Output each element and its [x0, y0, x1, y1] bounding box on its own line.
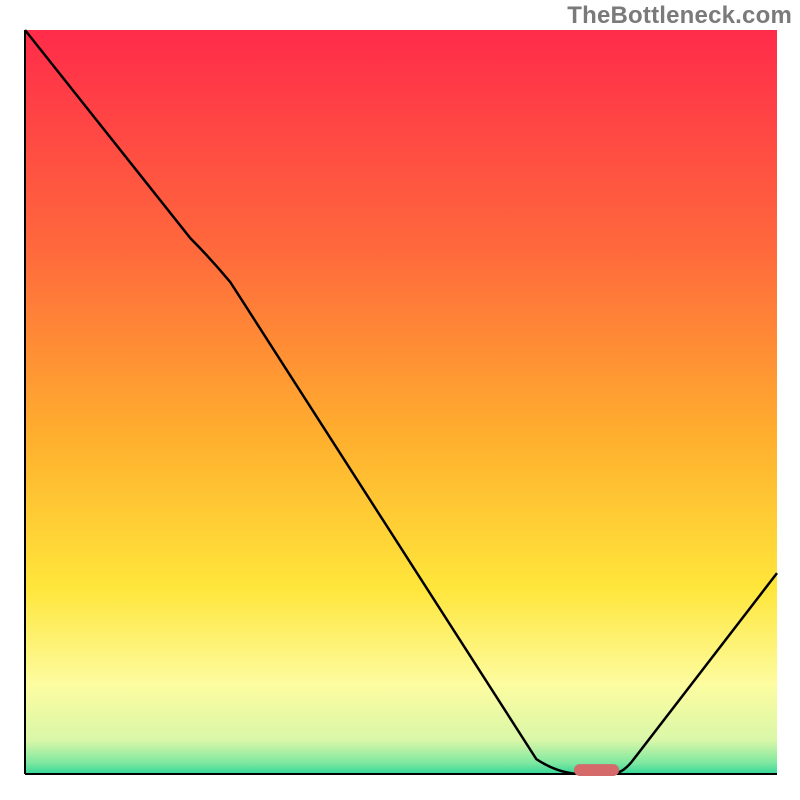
chart-container: TheBottleneck.com — [0, 0, 800, 800]
bottleneck-chart — [0, 0, 800, 800]
watermark-text: TheBottleneck.com — [567, 2, 792, 30]
optimal-marker — [574, 764, 619, 776]
plot-background — [25, 30, 777, 774]
